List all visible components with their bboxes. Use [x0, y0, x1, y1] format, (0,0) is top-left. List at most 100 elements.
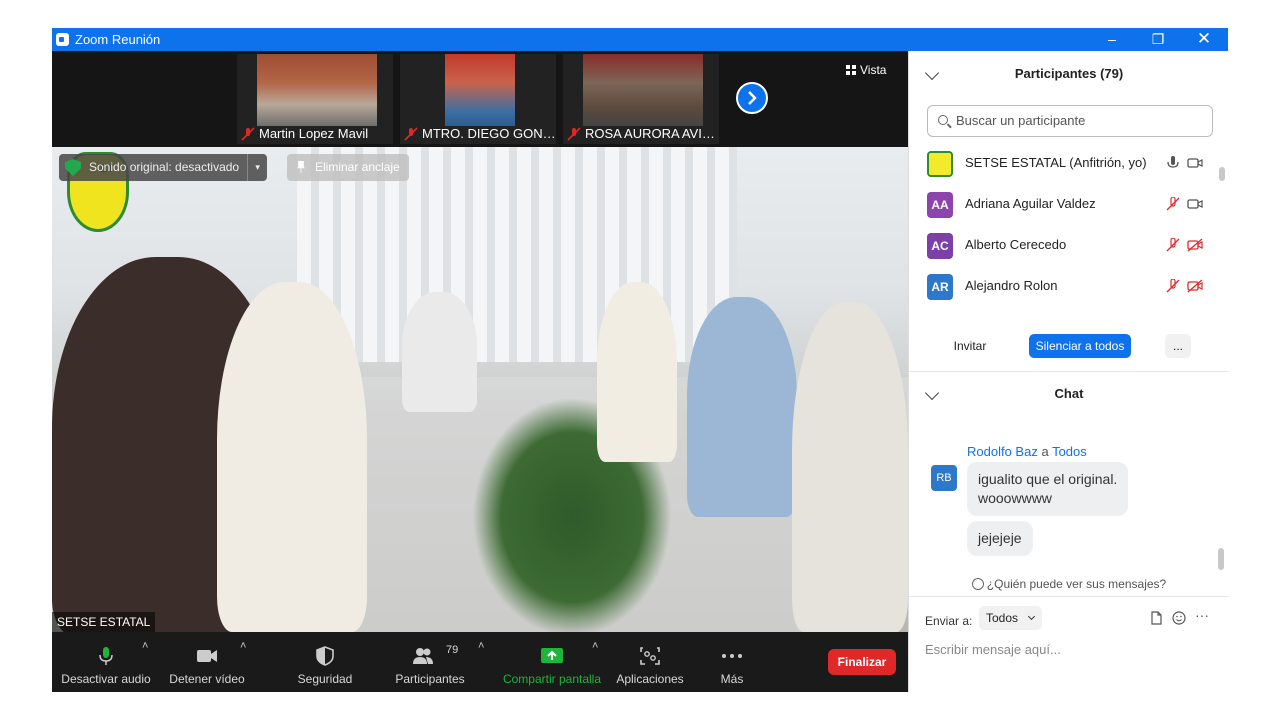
chat-divider — [909, 596, 1229, 597]
shield-icon — [316, 646, 334, 666]
participant-thumbnail[interactable]: Martin Lopez Mavil — [237, 54, 393, 144]
participant-name: MTRO. DIEGO GONZ... — [422, 126, 556, 141]
microphone-icon[interactable] — [1165, 156, 1181, 170]
chat-more-icon[interactable]: ··· — [1195, 607, 1215, 623]
participant-row[interactable]: AC Alberto Cerecedo — [909, 225, 1219, 266]
participants-count: 79 — [446, 644, 459, 656]
original-sound-toggle[interactable]: Sonido original: desactivado ▾ — [59, 154, 268, 181]
apps-icon — [640, 647, 660, 665]
participant-video-feed — [583, 54, 703, 126]
participant-row[interactable]: SETSE ESTATAL (Anfitrión, yo) — [909, 143, 1219, 184]
share-options-caret[interactable]: ˄ — [592, 640, 598, 652]
chat-scrollbar[interactable] — [1218, 548, 1224, 570]
grid-view-icon — [846, 65, 856, 75]
microphone-icon — [99, 647, 113, 665]
video-off-icon[interactable] — [1187, 279, 1203, 293]
end-meeting-button[interactable]: Finalizar — [828, 649, 896, 675]
video-camera-icon[interactable] — [1187, 197, 1203, 211]
minimize-button[interactable]: – — [1089, 28, 1135, 51]
person-icon — [971, 578, 984, 590]
zoom-app-icon — [56, 33, 69, 46]
main-video: ET Sonido original: desactivado ▾ Elimin… — [52, 147, 908, 632]
video-camera-icon — [197, 650, 217, 662]
stop-video-label: Detener vídeo — [169, 672, 245, 686]
restore-button[interactable]: ❐ — [1135, 28, 1181, 51]
participants-options-caret[interactable]: ˄ — [478, 640, 484, 652]
apps-button[interactable]: Aplicaciones — [614, 632, 686, 692]
video-off-icon[interactable] — [1187, 238, 1203, 252]
participant-row[interactable]: AA Adriana Aguilar Valdez — [909, 184, 1219, 225]
video-person — [217, 282, 367, 632]
video-camera-icon[interactable] — [1187, 156, 1203, 170]
mute-all-button[interactable]: Silenciar a todos — [1029, 334, 1131, 358]
participants-icon — [413, 648, 433, 664]
window-title: Zoom Reunión — [75, 32, 161, 47]
participant-video-feed — [445, 54, 515, 126]
panel-divider — [909, 371, 1229, 372]
share-screen-icon — [541, 648, 563, 663]
original-sound-label: Sonido original: desactivado — [89, 160, 240, 174]
chat-sender[interactable]: Rodolfo Baz — [967, 444, 1038, 459]
pin-icon — [297, 161, 305, 173]
stop-video-button[interactable]: Detener vídeo — [164, 632, 250, 692]
chevron-right-icon — [748, 91, 757, 105]
participants-label: Participantes — [395, 672, 465, 686]
next-page-button[interactable] — [736, 82, 768, 114]
search-placeholder: Buscar un participante — [956, 113, 1086, 128]
invite-button[interactable]: Invitar — [945, 334, 995, 358]
video-person — [792, 302, 908, 632]
participant-row-name: Adriana Aguilar Valdez — [965, 196, 1096, 211]
security-button[interactable]: Seguridad — [290, 632, 360, 692]
chevron-down-icon[interactable]: ▾ — [247, 154, 267, 181]
participants-panel-title: Participantes (79) — [1014, 66, 1124, 81]
view-button[interactable]: Vista — [846, 63, 886, 77]
more-label: Más — [720, 672, 744, 686]
avatar: RB — [931, 465, 957, 491]
zoom-window: Zoom Reunión – ❐ ✕ Martin Lopez Mavil MT… — [52, 28, 1229, 692]
participant-video-feed — [257, 54, 377, 126]
chevron-down-icon — [1027, 612, 1036, 621]
emoji-icon[interactable] — [1172, 611, 1186, 625]
participant-thumbnail[interactable]: MTRO. DIEGO GONZ... — [400, 54, 556, 144]
active-speaker-name: SETSE ESTATAL — [52, 612, 156, 632]
close-button[interactable]: ✕ — [1181, 28, 1227, 51]
apps-label: Aplicaciones — [616, 672, 684, 686]
view-button-label: Vista — [860, 63, 887, 77]
muted-mic-icon[interactable] — [1165, 197, 1181, 211]
participant-search-input[interactable]: Buscar un participante — [927, 105, 1213, 137]
chat-message-input[interactable]: Escribir mensaje aquí... — [925, 642, 1215, 662]
video-person — [597, 282, 677, 462]
chat-to-word: a — [1041, 444, 1049, 459]
mute-audio-button[interactable]: Desactivar audio — [58, 632, 154, 692]
send-to-select[interactable]: Todos — [979, 606, 1043, 630]
muted-mic-icon[interactable] — [1165, 238, 1181, 252]
search-icon — [938, 115, 948, 125]
security-label: Seguridad — [297, 672, 353, 686]
more-button[interactable]: Más — [702, 632, 762, 692]
video-options-caret[interactable]: ˄ — [240, 640, 246, 652]
file-icon[interactable] — [1149, 611, 1163, 625]
unpin-label: Eliminar anclaje — [315, 160, 400, 174]
video-area: Martin Lopez Mavil MTRO. DIEGO GONZ... R… — [52, 51, 908, 692]
audio-options-caret[interactable]: ˄ — [142, 640, 148, 652]
thumbnail-strip: Martin Lopez Mavil MTRO. DIEGO GONZ... R… — [52, 51, 908, 147]
who-can-see-messages[interactable]: ¿Quién puede ver sus mensajes? — [909, 577, 1229, 591]
chat-recipient[interactable]: Todos — [1052, 444, 1087, 459]
chat-panel-title: Chat — [1054, 386, 1084, 401]
participant-row-name: SETSE ESTATAL (Anfitrión, yo) — [965, 155, 1147, 170]
avatar: AA — [927, 192, 953, 218]
participant-thumbnail[interactable]: ROSA AURORA AVILA... — [563, 54, 719, 144]
participants-more-button[interactable]: ... — [1165, 334, 1191, 358]
side-panel: Participantes (79) Buscar un participant… — [908, 51, 1229, 692]
participant-name: Martin Lopez Mavil — [259, 126, 369, 141]
chat-message-header: Rodolfo Baz a Todos — [967, 444, 1087, 459]
participants-button[interactable]: 79 Participantes — [388, 632, 472, 692]
share-screen-button[interactable]: Compartir pantalla — [500, 632, 604, 692]
unpin-button[interactable]: Eliminar anclaje — [287, 154, 409, 181]
chat-message: jejejeje — [967, 521, 1033, 556]
muted-mic-icon[interactable] — [1165, 279, 1181, 293]
participant-row[interactable]: AR Alejandro Rolon — [909, 266, 1219, 307]
send-to-value: Todos — [986, 611, 1019, 625]
avatar: AC — [927, 233, 953, 259]
participants-scrollbar[interactable] — [1219, 167, 1225, 181]
